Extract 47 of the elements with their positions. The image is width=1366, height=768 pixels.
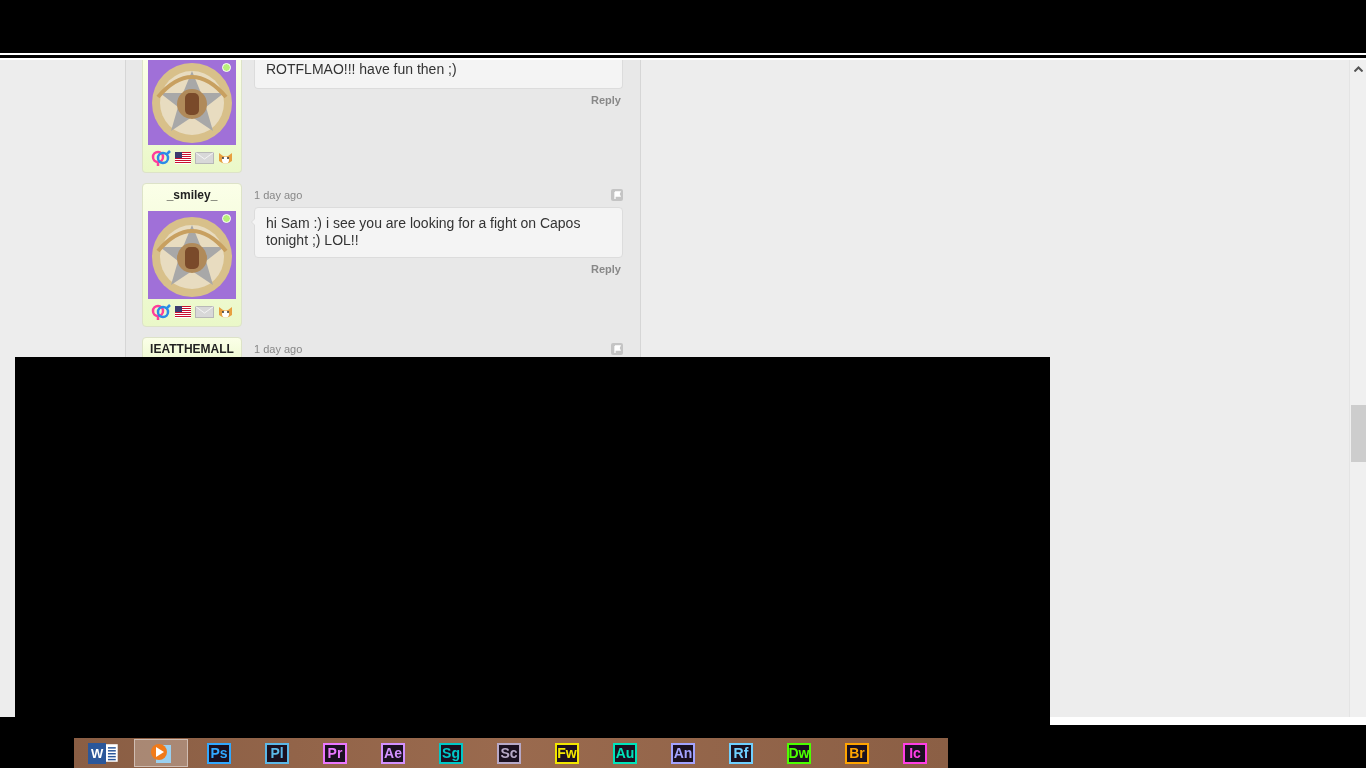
taskbar-button[interactable]: Pr xyxy=(308,739,362,767)
app-icon[interactable]: Dw xyxy=(787,742,811,764)
taskbar-button[interactable]: Br xyxy=(830,739,884,767)
taskbar-button[interactable]: Rf xyxy=(714,739,768,767)
taskbar-button[interactable] xyxy=(134,739,188,767)
scroll-thumb[interactable] xyxy=(1350,405,1366,462)
taskbar-button[interactable]: Dw xyxy=(772,739,826,767)
cat-icon xyxy=(218,304,233,320)
gender-icon xyxy=(151,304,171,320)
taskbar-button[interactable]: W xyxy=(76,739,130,767)
taskbar-button[interactable]: Ae xyxy=(366,739,420,767)
app-icon[interactable]: Sc xyxy=(497,742,521,764)
app-icon[interactable]: Au xyxy=(613,742,637,764)
report-flag-icon[interactable] xyxy=(611,189,623,201)
scroll-up-icon[interactable] xyxy=(1353,66,1363,72)
app-icon[interactable]: An xyxy=(671,742,695,764)
flag-icon xyxy=(175,152,191,164)
gender-icon xyxy=(151,150,171,166)
mail-icon[interactable] xyxy=(195,152,214,164)
scrollbar[interactable] xyxy=(1349,60,1366,717)
taskbar-button[interactable]: Sc xyxy=(482,739,536,767)
username[interactable]: IEATTHEMALL xyxy=(150,342,234,356)
timestamp: 1 day ago xyxy=(254,189,303,201)
taskbar-button[interactable]: Sg xyxy=(424,739,478,767)
app-icon[interactable]: Br xyxy=(845,742,869,764)
app-icon[interactable]: Fw xyxy=(555,742,579,764)
taskbar-button[interactable]: Ic xyxy=(888,739,942,767)
taskbar-button[interactable]: Ps xyxy=(192,739,246,767)
cat-icon xyxy=(218,150,233,166)
app-icon[interactable]: Ic xyxy=(903,742,927,764)
app-icon[interactable]: Ae xyxy=(381,742,405,764)
mail-icon[interactable] xyxy=(195,306,214,318)
app-icon[interactable]: Rf xyxy=(729,742,753,764)
app-icon[interactable]: Ps xyxy=(207,742,231,764)
taskbar-button[interactable]: Au xyxy=(598,739,652,767)
username[interactable]: _smiley_ xyxy=(166,188,218,202)
taskbar-button[interactable]: Fw xyxy=(540,739,594,767)
taskbar-button[interactable]: An xyxy=(656,739,710,767)
timestamp: 1 day ago xyxy=(254,343,303,355)
taskbar-button[interactable]: Pl xyxy=(250,739,304,767)
media-player-icon[interactable] xyxy=(150,742,172,764)
app-icon[interactable]: Pl xyxy=(265,742,289,764)
flag-icon xyxy=(175,306,191,318)
comment-bubble: ROTFLMAO!!! have fun then ;) xyxy=(254,60,623,89)
app-icon[interactable]: Pr xyxy=(323,742,347,764)
app-icon[interactable]: Sg xyxy=(439,742,463,764)
report-flag-icon[interactable] xyxy=(611,343,623,355)
